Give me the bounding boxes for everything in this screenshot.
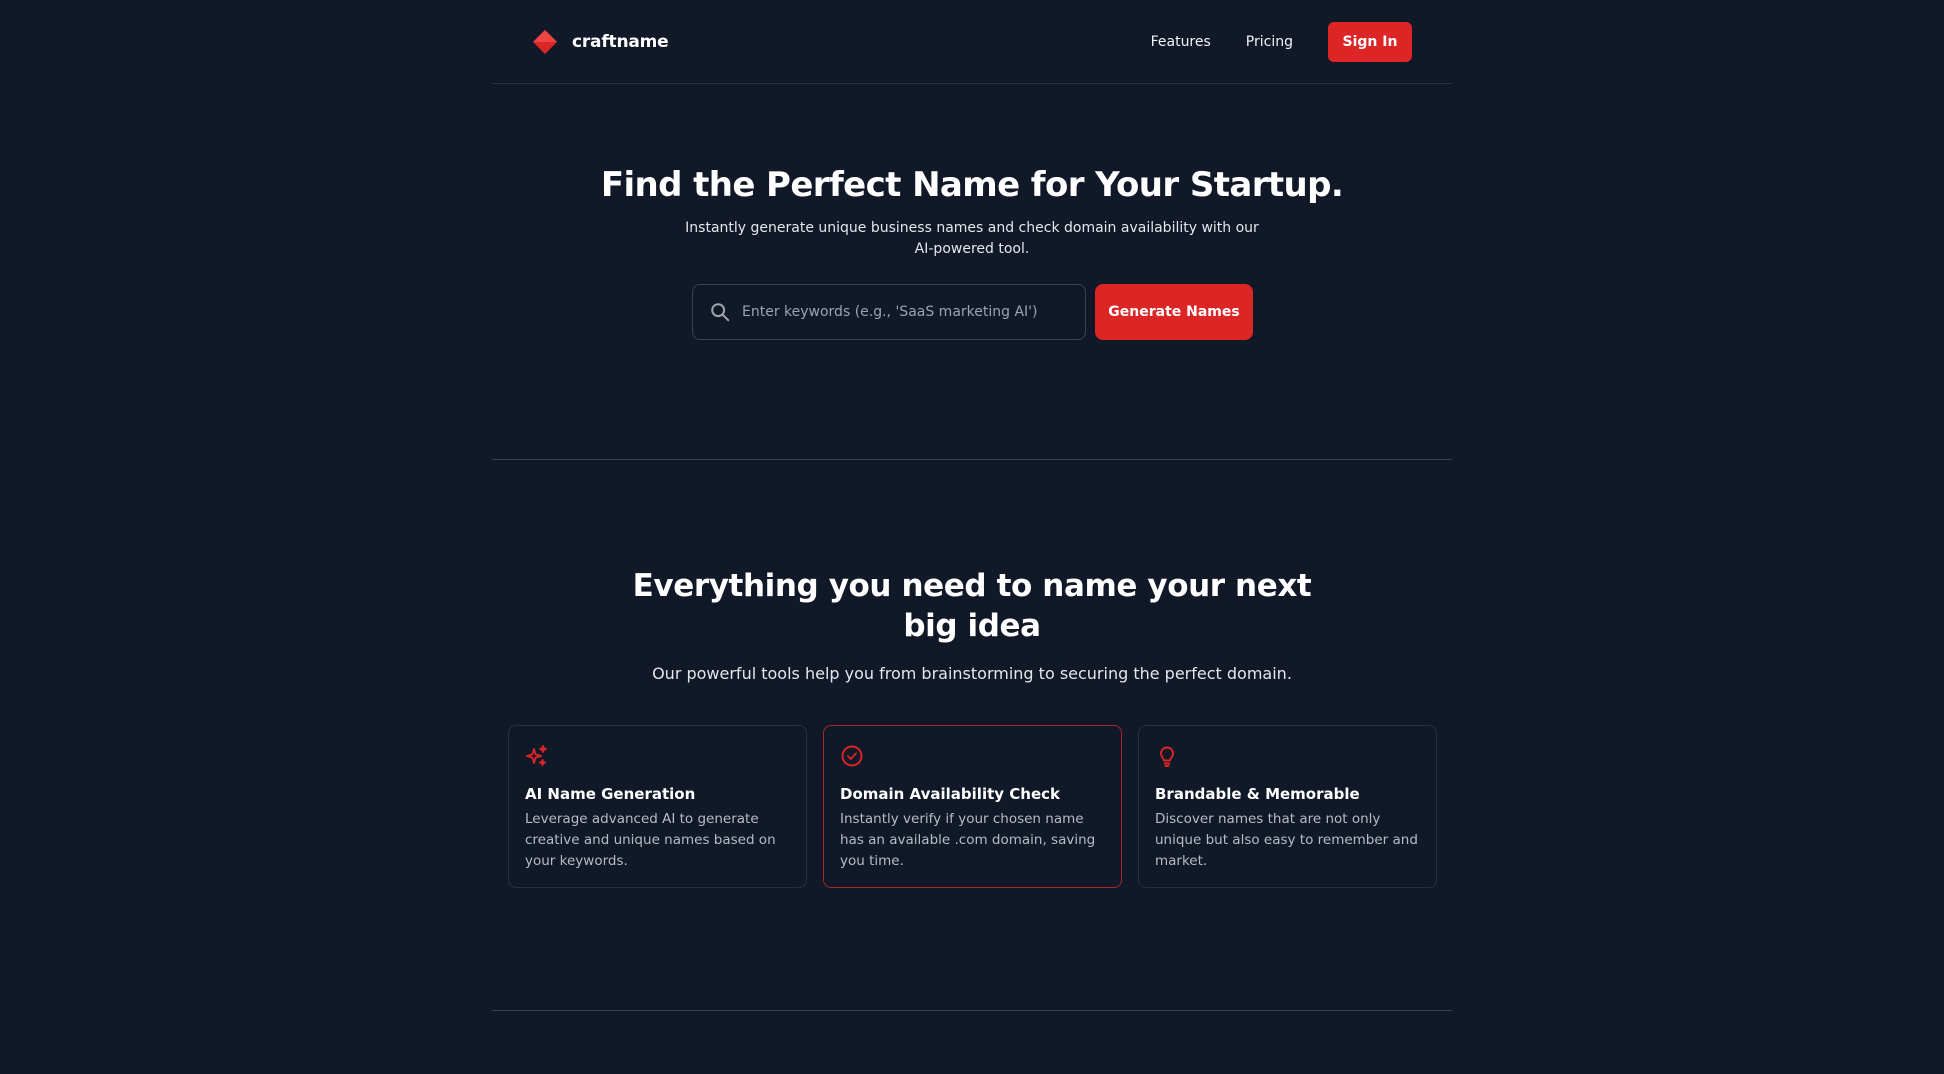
lightbulb-icon: [1160, 746, 1174, 767]
check-circle-icon: [841, 745, 863, 767]
brand[interactable]: craftname: [532, 29, 669, 55]
feature-card-domain-availability: Domain Availability Check Instantly veri…: [823, 725, 1122, 888]
main-nav: Features Pricing Sign In: [1151, 21, 1412, 62]
sign-in-button[interactable]: Sign In: [1328, 21, 1412, 62]
diamond-logo-icon: [533, 29, 557, 54]
hero-title: Find the Perfect Name for Your Startup.: [600, 165, 1344, 205]
features-section: Everything you need to name your next bi…: [492, 460, 1452, 1011]
search-box[interactable]: [692, 284, 1086, 340]
site-header: craftname Features Pricing Sign In: [492, 0, 1452, 84]
sparkles-icon: [526, 745, 547, 766]
card-description: Leverage advanced AI to generate creativ…: [525, 811, 776, 869]
card-description: Instantly verify if your chosen name has…: [840, 811, 1096, 869]
nav-link-features[interactable]: Features: [1151, 34, 1211, 50]
search-icon: [711, 303, 730, 322]
nav-link-pricing[interactable]: Pricing: [1246, 34, 1293, 50]
card-description: Discover names that are not only unique …: [1155, 811, 1418, 869]
hero-subtitle: Instantly generate unique business names…: [685, 220, 1259, 257]
hero-section: Find the Perfect Name for Your Startup. …: [492, 84, 1452, 460]
feature-card-brandable: Brandable & Memorable Discover names tha…: [1138, 725, 1437, 888]
feature-cards: AI Name Generation Leverage advanced AI …: [508, 725, 1437, 888]
brand-name: craftname: [572, 31, 669, 52]
feature-card-ai-name-generation: AI Name Generation Leverage advanced AI …: [508, 725, 807, 888]
features-subtitle: Our powerful tools help you from brainst…: [652, 664, 1292, 683]
search-input[interactable]: [742, 304, 1062, 320]
card-title: Brandable & Memorable: [1155, 785, 1360, 803]
features-title: Everything you need to name your next bi…: [632, 568, 1312, 644]
search-row: Generate Names: [692, 284, 1253, 340]
card-title: AI Name Generation: [525, 785, 696, 803]
card-title: Domain Availability Check: [840, 785, 1060, 803]
generate-names-button[interactable]: Generate Names: [1095, 284, 1253, 340]
page: craftname Features Pricing Sign In Find …: [0, 0, 1944, 1074]
